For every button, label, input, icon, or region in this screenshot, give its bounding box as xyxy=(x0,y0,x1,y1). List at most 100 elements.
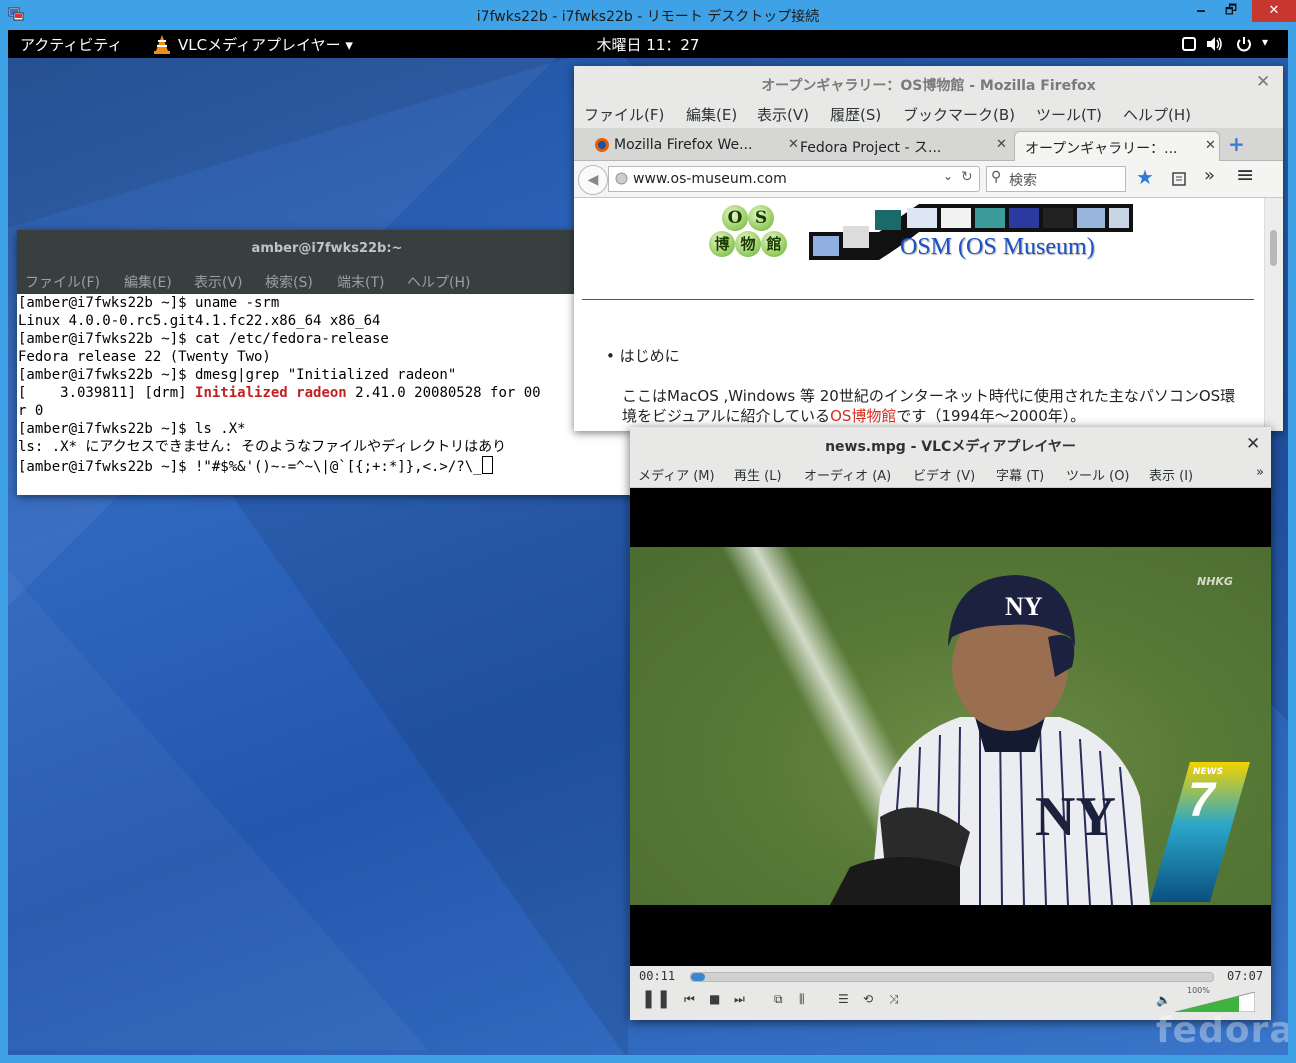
tab-close-icon[interactable]: ✕ xyxy=(996,137,1007,152)
close-icon[interactable]: ✕ xyxy=(1246,434,1260,454)
seek-bar[interactable] xyxy=(690,972,1214,982)
fullscreen-icon[interactable]: ⧉ xyxy=(774,992,783,1007)
baseball-player: NY NY xyxy=(830,575,1150,905)
menu-history[interactable]: 履歴(S) xyxy=(830,104,881,125)
menu-help[interactable]: ヘルプ(H) xyxy=(407,272,470,292)
fedora-watermark: fedora xyxy=(1156,1010,1288,1051)
terminal-titlebar[interactable]: amber@i7fwks22b:~ xyxy=(17,230,637,266)
minimize-button[interactable]: 🗕 xyxy=(1186,0,1216,22)
total-time: 07:07 xyxy=(1227,969,1264,983)
menu-edit[interactable]: 編集(E) xyxy=(686,104,737,125)
tab-close-icon[interactable]: ✕ xyxy=(1205,138,1216,153)
tab-label: Fedora Project - ス... xyxy=(800,140,942,156)
chevron-down-icon[interactable]: ⌄ xyxy=(943,169,953,183)
dmesg-highlight: Initialized radeon xyxy=(195,385,347,401)
clock[interactable]: 木曜日 11：27 xyxy=(8,34,1288,55)
firefox-window[interactable]: オープンギャラリー：OS博物館 - Mozilla Firefox ✕ ファイル… xyxy=(574,66,1283,431)
hamburger-menu-icon[interactable]: ≡ xyxy=(1236,163,1254,188)
volume-icon[interactable]: 🔈 xyxy=(1156,993,1171,1007)
video-frame: NY NY NHKG NEWS 7 xyxy=(630,547,1271,905)
bookmarks-menu-icon[interactable] xyxy=(1171,171,1187,187)
terminal-line: [amber@i7fwks22b ~]$ cat /etc/fedora-rel… xyxy=(18,331,389,347)
menu-playback[interactable]: 再生 (L) xyxy=(734,465,782,484)
bookmark-star-icon[interactable]: ★ xyxy=(1136,165,1154,189)
url-bar[interactable]: www.os-museum.com ⌄ ↻ xyxy=(608,166,980,192)
terminal-menubar: ファイル(F) 編集(E) 表示(V) 検索(S) 端末(T) ヘルプ(H) xyxy=(17,266,637,294)
firefox-title: オープンギャラリー：OS博物館 - Mozilla Firefox xyxy=(761,78,1096,94)
menu-media[interactable]: メディア (M) xyxy=(638,465,715,484)
elapsed-time: 00:11 xyxy=(639,969,676,983)
close-button[interactable]: ✕ xyxy=(1252,0,1296,22)
restore-button[interactable]: 🗗 xyxy=(1216,0,1246,22)
vlc-title: news.mpg - VLCメディアプレイヤー xyxy=(825,439,1076,455)
tab-label: Mozilla Firefox We... xyxy=(614,137,753,153)
menu-view[interactable]: 表示(V) xyxy=(757,104,809,125)
menu-terminal[interactable]: 端末(T) xyxy=(337,272,384,292)
menu-file[interactable]: ファイル(F) xyxy=(25,272,100,292)
menu-overflow-icon[interactable]: » xyxy=(1256,465,1264,480)
firefox-titlebar[interactable]: オープンギャラリー：OS博物館 - Mozilla Firefox ✕ xyxy=(574,66,1283,100)
page-content[interactable]: O S 博 物 館 OSM (OS Museum) • はじめに ここはMacO… xyxy=(574,198,1264,431)
reload-icon[interactable]: ↻ xyxy=(961,169,973,185)
tab-os-museum[interactable]: オープンギャラリー：... ✕ xyxy=(1014,131,1220,161)
terminal-output[interactable]: [amber@i7fwks22b ~]$ uname -srm Linux 4.0… xyxy=(17,294,638,495)
scrollbar[interactable] xyxy=(1264,198,1283,431)
menu-view[interactable]: 表示(V) xyxy=(194,272,243,292)
rdp-title: i7fwks22b - i7fwks22b - リモート デスクトップ接続 xyxy=(476,9,820,25)
new-tab-icon[interactable]: + xyxy=(1228,132,1245,156)
shuffle-icon[interactable]: ⤨ xyxy=(889,992,899,1007)
tab-label: オープンギャラリー：... xyxy=(1025,141,1178,157)
svg-text:NY: NY xyxy=(1035,786,1116,848)
menu-audio[interactable]: オーディオ (A) xyxy=(804,465,891,484)
terminal-window[interactable]: amber@i7fwks22b:~ ファイル(F) 編集(E) 表示(V) 検索… xyxy=(17,230,638,495)
menu-file[interactable]: ファイル(F) xyxy=(584,104,664,125)
vlc-window[interactable]: news.mpg - VLCメディアプレイヤー ✕ メディア (M) 再生 (L… xyxy=(630,427,1271,1020)
firefox-menubar: ファイル(F) 編集(E) 表示(V) 履歴(S) ブックマーク(B) ツール(… xyxy=(574,100,1283,128)
next-icon[interactable]: ⏭ xyxy=(734,992,745,1007)
bullet-label: はじめに xyxy=(619,347,680,365)
loop-icon[interactable]: ⟲ xyxy=(863,992,873,1006)
volume-slider[interactable] xyxy=(1175,992,1255,1012)
firefox-tabbar: Mozilla Firefox We... ✕ Fedora Project -… xyxy=(574,128,1283,161)
search-input[interactable]: ⚲ 検索 xyxy=(986,166,1126,192)
os-museum-link[interactable]: OS博物館 xyxy=(830,407,896,425)
menu-subtitle[interactable]: 字幕 (T) xyxy=(996,465,1044,484)
intro-text: ここはMacOS ,Windows 等 20世紀のインターネット時代に使用された… xyxy=(622,387,1236,405)
desktop: アクティビティ VLCメディアプレイヤー ▾ 木曜日 11：27 ▾ amber… xyxy=(8,30,1288,1055)
menu-search[interactable]: 検索(S) xyxy=(265,272,313,292)
power-icon[interactable] xyxy=(1236,36,1252,52)
volume-icon[interactable] xyxy=(1206,36,1224,52)
logo-letter: 館 xyxy=(761,231,787,257)
display-icon[interactable] xyxy=(1182,37,1196,51)
menu-help[interactable]: ヘルプ(H) xyxy=(1123,104,1191,125)
menu-tools[interactable]: ツール (O) xyxy=(1066,465,1130,484)
terminal-line: [amber@i7fwks22b ~]$ dmesg|grep "Initial… xyxy=(18,367,457,383)
back-button[interactable]: ◀ xyxy=(578,165,608,195)
playlist-icon[interactable]: ☰ xyxy=(838,992,849,1006)
tab-firefox-welcome[interactable]: Mozilla Firefox We... ✕ xyxy=(588,131,799,160)
menu-view[interactable]: 表示 (I) xyxy=(1149,465,1193,484)
pause-button[interactable]: ❚❚ xyxy=(641,988,671,1009)
extended-settings-icon[interactable]: ⫼ xyxy=(799,992,805,1007)
terminal-line: [ 3.039811] [drm] Initialized radeon 2.4… xyxy=(18,384,638,402)
site-title[interactable]: OSM (OS Museum) xyxy=(900,234,1095,261)
intro-text-prefix: 境をビジュアルに紹介している xyxy=(622,407,831,425)
previous-icon[interactable]: ⏮ xyxy=(684,992,695,1007)
scrollbar-thumb[interactable] xyxy=(1270,230,1277,266)
terminal-line: [amber@i7fwks22b ~]$ uname -srm xyxy=(18,295,280,311)
menu-edit[interactable]: 編集(E) xyxy=(124,272,172,292)
menu-bookmarks[interactable]: ブックマーク(B) xyxy=(903,104,1015,125)
stop-icon[interactable]: ■ xyxy=(709,992,720,1006)
overflow-chevron-icon[interactable]: » xyxy=(1204,165,1215,186)
wallpaper-facet xyxy=(228,490,628,1055)
menu-video[interactable]: ビデオ (V) xyxy=(913,465,975,484)
vlc-titlebar[interactable]: news.mpg - VLCメディアプレイヤー ✕ xyxy=(630,427,1271,461)
vlc-menubar: メディア (M) 再生 (L) オーディオ (A) ビデオ (V) 字幕 (T)… xyxy=(630,461,1271,488)
close-icon[interactable]: ✕ xyxy=(1256,72,1270,92)
menu-tools[interactable]: ツール(T) xyxy=(1036,104,1102,125)
tab-fedora-project[interactable]: Fedora Project - ス... ✕ xyxy=(790,131,1007,160)
intro-text: 境をビジュアルに紹介しているOS博物館です（1994年〜2000年）。 xyxy=(622,405,1085,426)
chevron-down-icon[interactable]: ▾ xyxy=(1262,35,1268,49)
rdp-titlebar[interactable]: i7fwks22b - i7fwks22b - リモート デスクトップ接続 🗕 … xyxy=(0,0,1296,30)
bullet-item: • はじめに xyxy=(606,347,680,365)
